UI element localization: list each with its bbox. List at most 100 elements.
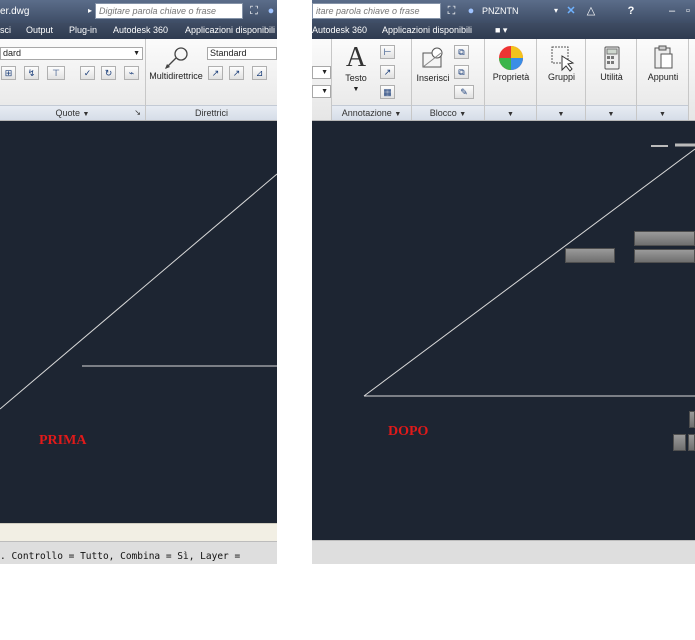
exchange-icon[interactable]: ✕	[564, 4, 578, 18]
title-bar: itare parola chiave o frase ⛶ ● PNZNTN ▾…	[312, 0, 695, 23]
partial-combo-1[interactable]: ▼	[312, 66, 331, 79]
align-leader-icon[interactable]: ⊿	[252, 66, 267, 80]
before-label: PRIMA	[39, 433, 87, 448]
user-icon[interactable]: ●	[465, 4, 477, 18]
group-label-utilita[interactable]: ▼	[586, 105, 636, 120]
drawing-canvas[interactable]: PRIMA	[0, 121, 277, 523]
command-line[interactable]: . Controllo = Tutto, Combina = Sì, Layer…	[0, 541, 277, 564]
group-label-quote[interactable]: Quote ▼ ↘	[0, 105, 145, 120]
color-wheel-icon	[499, 46, 523, 70]
drawing-canvas[interactable]: DOPO	[312, 121, 695, 540]
grip-box[interactable]	[673, 434, 686, 451]
dim-adjust-space-icon[interactable]: ⊤	[47, 66, 65, 80]
dim-break-icon[interactable]: ↯	[24, 66, 39, 80]
video-icon[interactable]: ■ ▾	[495, 25, 507, 36]
dim-update-icon[interactable]: ↻	[101, 66, 116, 80]
tab-applicazioni[interactable]: Applicazioni disponibili	[185, 25, 275, 35]
insert-block-icon	[422, 47, 443, 68]
help-icon[interactable]: ?	[624, 4, 638, 18]
group-direttrici-text: Direttrici	[195, 108, 228, 118]
calculator-icon	[604, 46, 619, 70]
dim-style-combo[interactable]: dard ▼	[0, 47, 143, 60]
utilities-button[interactable]: Utilità	[586, 44, 637, 82]
edit-block-icon[interactable]: ⧉	[454, 65, 469, 79]
groups-button[interactable]: Gruppi	[537, 44, 586, 82]
after-screenshot-panel: itare parola chiave o frase ⛶ ● PNZNTN ▾…	[312, 0, 695, 564]
clipboard-label: Appunti	[647, 72, 679, 82]
search-input[interactable]: itare parola chiave o frase	[312, 3, 441, 19]
group-label-gruppi[interactable]: ▼	[537, 105, 585, 120]
group-blocco-text: Blocco	[429, 108, 457, 118]
tab-autodesk-360[interactable]: Autodesk 360	[312, 25, 367, 35]
restore-icon[interactable]: ▫	[682, 4, 694, 18]
tab-insert[interactable]: sci	[0, 25, 11, 35]
triangle-icon[interactable]: △	[584, 4, 598, 18]
group-quote-text: Quote	[55, 108, 81, 118]
command-line-text: . Controllo = Tutto, Combina = Sì, Layer…	[0, 551, 241, 562]
binoculars-icon[interactable]: ⛶	[445, 4, 458, 18]
minimize-icon[interactable]: –	[666, 4, 678, 18]
dialog-launcher-icon[interactable]: ↘	[134, 106, 141, 120]
clipboard-button[interactable]: Appunti	[637, 44, 689, 82]
caret-right-icon[interactable]: ▸	[86, 4, 94, 18]
grip-box[interactable]	[634, 231, 695, 246]
properties-button[interactable]: Proprietà	[485, 44, 537, 82]
binoculars-icon[interactable]: ⛶	[248, 4, 260, 18]
group-utilita: Utilità ▼	[586, 39, 637, 120]
leader-icon[interactable]: ↗	[380, 65, 395, 79]
linear-dim-icon[interactable]: ⊢	[380, 45, 395, 59]
tab-output[interactable]: Output	[26, 25, 53, 35]
group-appunti: Appunti ▼	[637, 39, 689, 120]
dim-inspect-icon[interactable]: ✓	[80, 66, 95, 80]
chevron-down-icon: ▼	[459, 111, 467, 118]
group-label-blocco[interactable]: Blocco ▼	[412, 105, 484, 120]
partial-combo-2[interactable]: ▼	[312, 85, 331, 98]
dim-jog-icon[interactable]: ⌁	[124, 66, 139, 80]
chevron-down-icon: ▼	[607, 111, 615, 118]
clipboard-icon	[654, 45, 673, 69]
insert-button[interactable]: Inserisci	[414, 45, 452, 83]
mleader-style-combo[interactable]: Standard	[207, 47, 277, 60]
group-select-icon	[551, 46, 574, 72]
insert-label: Inserisci	[416, 73, 450, 83]
group-quote: dard ▼ ⊞ ↯ ⊤ ✓ ↻ ⌁ Quote ▼ ↘	[0, 39, 146, 120]
user-icon[interactable]: ●	[265, 4, 277, 18]
diagonal-line[interactable]	[363, 148, 695, 397]
text-label: Testo	[345, 73, 367, 83]
attribute-icon[interactable]: ✎	[454, 85, 474, 99]
text-button[interactable]: A Testo ▼	[340, 42, 372, 94]
diagonal-line[interactable]	[0, 173, 277, 410]
ribbon: dard ▼ ⊞ ↯ ⊤ ✓ ↻ ⌁ Quote ▼ ↘ Multidirett…	[0, 39, 277, 121]
grip-box[interactable]	[689, 411, 695, 428]
group-blocco: Inserisci ⧉ ⧉ ✎ Blocco ▼	[412, 39, 485, 120]
tab-autodesk-360[interactable]: Autodesk 360	[113, 25, 168, 35]
multileader-icon	[165, 47, 188, 69]
tab-plugin[interactable]: Plug-in	[69, 25, 97, 35]
dim-continue-icon[interactable]: ⊞	[1, 66, 16, 80]
create-block-icon[interactable]: ⧉	[454, 45, 469, 59]
grip-box[interactable]	[565, 248, 615, 263]
user-name[interactable]: PNZNTN	[482, 6, 519, 16]
table-icon[interactable]: ▦	[380, 85, 395, 99]
grip-box[interactable]	[634, 249, 695, 263]
command-line[interactable]	[312, 540, 695, 564]
add-leader-icon[interactable]: ↗	[208, 66, 223, 80]
text-a-icon: A	[345, 42, 367, 73]
chevron-down-icon[interactable]: ▾	[552, 4, 560, 18]
ribbon-tabs: sci Output Plug-in Autodesk 360 Applicaz…	[0, 23, 277, 39]
drawing-svg	[363, 143, 695, 397]
chevron-down-icon: ▼	[394, 111, 402, 118]
search-input[interactable]: Digitare parola chiave o frase	[95, 3, 243, 19]
multileader-button[interactable]: Multidirettrice	[146, 45, 206, 81]
grip-box[interactable]	[688, 434, 695, 451]
group-proprieta: Proprietà ▼	[485, 39, 537, 120]
tab-applicazioni[interactable]: Applicazioni disponibili	[382, 25, 472, 35]
chevron-down-icon: ▼	[557, 111, 565, 118]
remove-leader-icon[interactable]: ↗	[229, 66, 244, 80]
drawing-svg	[0, 173, 277, 410]
window-title: er.dwg	[0, 6, 30, 17]
group-label-appunti[interactable]: ▼	[637, 105, 688, 120]
group-label-annotazione[interactable]: Annotazione ▼	[332, 105, 411, 120]
group-label-proprieta[interactable]: ▼	[485, 105, 536, 120]
groups-label: Gruppi	[547, 72, 575, 82]
